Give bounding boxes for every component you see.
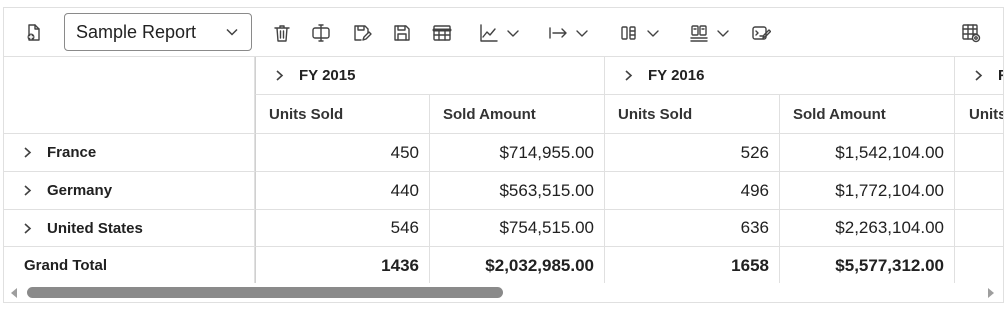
grand-total-cell[interactable]: 1436 (255, 247, 430, 283)
value-cell[interactable]: 440 (255, 172, 430, 210)
column-group-header[interactable]: FY 2016 (605, 57, 955, 95)
value-cell[interactable]: $563,515.00 (430, 172, 605, 210)
column-group-label: F (998, 67, 1003, 84)
chart-icon (480, 24, 498, 42)
value-cell[interactable] (955, 210, 1003, 247)
report-select[interactable]: Sample Report (64, 13, 252, 51)
chevron-down-icon (226, 28, 238, 36)
horizontal-scrollbar[interactable] (4, 283, 1003, 302)
row-label: Germany (47, 182, 113, 199)
row-header-united-states[interactable]: United States (4, 210, 255, 247)
subtotal-menu-button[interactable] (614, 17, 664, 49)
column-group-label: FY 2015 (299, 67, 356, 84)
value-cell[interactable] (955, 134, 1003, 172)
export-menu-button[interactable] (542, 17, 594, 49)
rename-icon[interactable] (310, 17, 332, 49)
report-select-value: Sample Report (76, 21, 197, 42)
chevron-down-icon (717, 30, 729, 37)
export-icon (549, 27, 567, 39)
measure-header[interactable]: Sold Amount (430, 95, 605, 134)
column-group-header[interactable]: FY 2015 (255, 57, 605, 95)
column-group-header[interactable]: F (955, 57, 1003, 95)
save-as-icon[interactable] (351, 17, 373, 49)
chevron-down-icon (576, 30, 588, 37)
chevron-right-icon (276, 70, 284, 81)
value-cell[interactable]: $714,955.00 (430, 134, 605, 172)
value-cell[interactable]: 526 (605, 134, 780, 172)
grand-total-cell[interactable] (955, 247, 1003, 283)
chevron-down-icon (647, 30, 659, 37)
grid-icon[interactable] (430, 17, 454, 49)
value-cell[interactable]: 450 (255, 134, 430, 172)
value-cell[interactable]: $1,772,104.00 (780, 172, 955, 210)
value-cell[interactable]: 636 (605, 210, 780, 247)
new-report-icon[interactable] (22, 17, 46, 49)
row-label: France (47, 144, 97, 161)
corner-cell (4, 57, 255, 134)
scroll-left-arrow-icon[interactable] (11, 288, 17, 298)
value-cell[interactable]: 496 (605, 172, 780, 210)
row-header-france[interactable]: France (4, 134, 255, 172)
value-cell[interactable] (955, 172, 1003, 210)
row-label: United States (47, 219, 143, 237)
field-list-icon[interactable] (960, 17, 982, 49)
scroll-right-arrow-icon[interactable] (988, 288, 994, 298)
format-icon[interactable] (750, 17, 772, 49)
delete-icon[interactable] (271, 17, 293, 49)
chevron-right-icon (625, 70, 633, 81)
toolbar: Sample Report (4, 8, 1003, 57)
chevron-right-icon (24, 147, 32, 158)
grand-total-cell[interactable]: $5,577,312.00 (780, 247, 955, 283)
value-cell[interactable]: $1,542,104.00 (780, 134, 955, 172)
subtotal-icon (621, 26, 636, 40)
chevron-right-icon (975, 70, 983, 81)
grand-total-menu-button[interactable] (684, 17, 734, 49)
row-header-germany[interactable]: Germany (4, 172, 255, 210)
chart-menu-button[interactable] (474, 17, 524, 49)
measure-header[interactable]: Sold Amount (780, 95, 955, 134)
chevron-right-icon (24, 185, 32, 196)
value-cell[interactable]: 546 (255, 210, 430, 247)
scrollbar-thumb[interactable] (27, 287, 503, 298)
chevron-down-icon (507, 30, 519, 37)
measure-header[interactable]: Units Sold (605, 95, 780, 134)
grand-total-cell[interactable]: 1658 (605, 247, 780, 283)
column-group-label: FY 2016 (648, 67, 705, 84)
save-icon[interactable] (391, 17, 413, 49)
grand-total-icon (690, 25, 708, 42)
measure-header[interactable]: Units (955, 95, 1003, 134)
value-cell[interactable]: $754,515.00 (430, 210, 605, 247)
grand-total-cell[interactable]: $2,032,985.00 (430, 247, 605, 283)
pivot-grid: FY 2015 FY 2016 F Units Sold Sold Amount… (4, 57, 1003, 283)
measure-header[interactable]: Units Sold (255, 95, 430, 134)
value-cell[interactable]: $2,263,104.00 (780, 210, 955, 247)
chevron-right-icon (24, 222, 32, 234)
pivot-view: Sample Report FY 2015 FY 2016 Units Sold… (3, 7, 1004, 303)
grand-total-row-header[interactable]: Grand Total (4, 247, 255, 283)
